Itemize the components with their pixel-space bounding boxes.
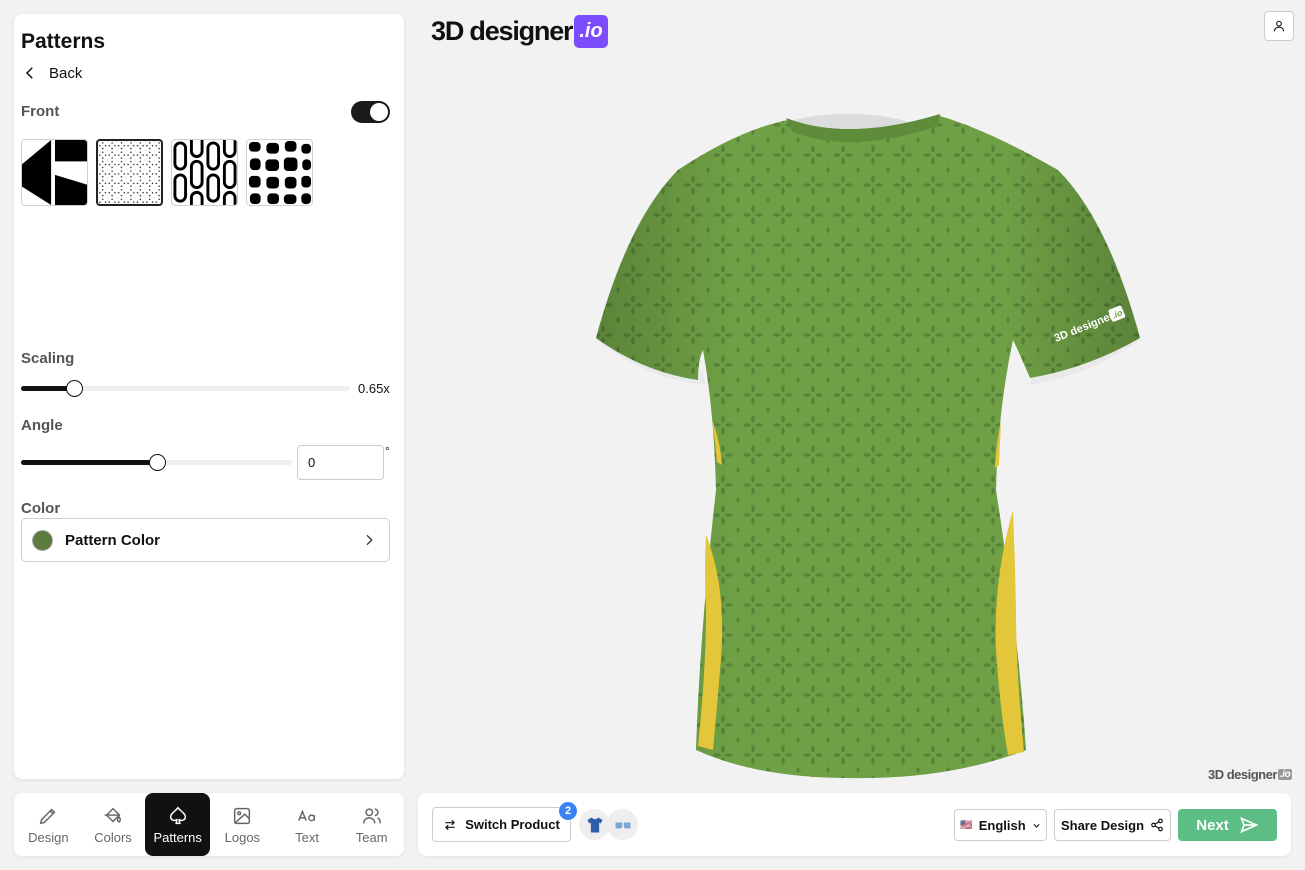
pattern-swatch-dotted-star[interactable] bbox=[96, 139, 163, 206]
patterns-panel: Patterns Back Front Scaling 0.65x Angle … bbox=[14, 14, 404, 779]
nav-text[interactable]: Text bbox=[275, 793, 340, 856]
next-label: Next bbox=[1196, 816, 1229, 834]
bottom-action-bar: Switch Product 2 🇺🇸 English Share Design… bbox=[418, 793, 1291, 856]
pattern-color-selector[interactable]: Pattern Color bbox=[21, 518, 390, 562]
angle-slider[interactable] bbox=[21, 452, 292, 472]
slider-fill bbox=[21, 460, 157, 465]
bottom-nav: Design Colors Patterns Logos Text Team bbox=[14, 793, 404, 856]
chevron-left-icon bbox=[25, 67, 33, 79]
angle-label: Angle bbox=[21, 417, 63, 434]
nav-patterns[interactable]: Patterns bbox=[145, 793, 211, 856]
front-label: Front bbox=[21, 103, 60, 120]
angle-input[interactable]: 0 bbox=[297, 445, 384, 480]
text-icon bbox=[298, 808, 316, 821]
tshirt-3d-preview[interactable]: 3D designer .io bbox=[588, 110, 1148, 785]
paint-bucket-icon bbox=[104, 807, 122, 823]
watermark-badge: .io bbox=[1277, 769, 1293, 780]
watermark-logo: 3D designer .io bbox=[1208, 767, 1293, 782]
nav-colors[interactable]: Colors bbox=[81, 793, 146, 856]
pattern-swatch-blobs[interactable] bbox=[246, 139, 313, 206]
front-toggle[interactable] bbox=[351, 101, 390, 123]
image-icon bbox=[234, 807, 251, 824]
switch-product-button[interactable]: Switch Product bbox=[432, 807, 571, 842]
language-selector[interactable]: 🇺🇸 English bbox=[954, 809, 1047, 841]
pattern-swatches bbox=[21, 139, 313, 206]
swap-arrows-icon bbox=[445, 819, 456, 830]
share-design-label: Share Design bbox=[1060, 817, 1145, 833]
nav-team[interactable]: Team bbox=[339, 793, 404, 856]
share-icon bbox=[1151, 818, 1163, 832]
shorts-icon bbox=[615, 822, 630, 828]
back-label: Back bbox=[49, 64, 83, 82]
brand-logo: 3D designer .io bbox=[431, 14, 608, 48]
pattern-swatch-ovals[interactable] bbox=[171, 139, 238, 206]
chevron-right-icon bbox=[366, 534, 373, 546]
tshirt-icon bbox=[587, 817, 602, 832]
pencil-icon bbox=[39, 808, 56, 824]
pattern-swatch-chevron-blocks[interactable] bbox=[21, 139, 88, 206]
nav-design-label: Design bbox=[28, 829, 69, 845]
scaling-slider[interactable] bbox=[21, 378, 350, 398]
brand-text: 3D designer bbox=[431, 15, 574, 46]
nav-design[interactable]: Design bbox=[16, 793, 81, 856]
spade-icon bbox=[169, 806, 186, 824]
user-account-button[interactable] bbox=[1264, 11, 1294, 41]
scaling-label: Scaling bbox=[21, 350, 75, 367]
nav-logos-label: Logos bbox=[224, 829, 261, 845]
chevron-down-icon bbox=[1033, 823, 1040, 828]
product-thumb-shorts[interactable] bbox=[607, 809, 638, 840]
color-label: Color bbox=[21, 500, 61, 517]
panel-title: Patterns bbox=[21, 30, 106, 53]
product-count-badge: 2 bbox=[559, 802, 577, 820]
nav-team-label: Team bbox=[355, 829, 388, 845]
next-button[interactable]: Next bbox=[1178, 809, 1277, 841]
degree-unit: ° bbox=[385, 444, 390, 458]
slider-thumb[interactable] bbox=[149, 454, 166, 471]
nav-patterns-label: Patterns bbox=[153, 829, 202, 845]
color-swatch bbox=[32, 529, 53, 551]
scaling-value: 0.65x bbox=[358, 381, 390, 396]
back-button[interactable]: Back bbox=[21, 64, 82, 82]
share-design-button[interactable]: Share Design bbox=[1054, 809, 1171, 841]
language-label: English bbox=[978, 817, 1026, 833]
slider-thumb[interactable] bbox=[66, 380, 83, 397]
brand-badge: .io bbox=[574, 14, 608, 48]
watermark-text: 3D designer bbox=[1208, 767, 1277, 782]
nav-text-label: Text bbox=[295, 829, 319, 845]
users-icon bbox=[362, 807, 381, 823]
send-icon bbox=[1239, 816, 1259, 834]
switch-product-label: Switch Product bbox=[465, 817, 560, 832]
product-thumb-shirt[interactable] bbox=[579, 809, 610, 840]
user-icon bbox=[1273, 20, 1285, 32]
toggle-knob bbox=[370, 103, 388, 121]
pattern-color-label: Pattern Color bbox=[65, 531, 161, 549]
us-flag-icon: 🇺🇸 bbox=[960, 819, 973, 831]
nav-colors-label: Colors bbox=[94, 829, 132, 845]
nav-logos[interactable]: Logos bbox=[210, 793, 275, 856]
